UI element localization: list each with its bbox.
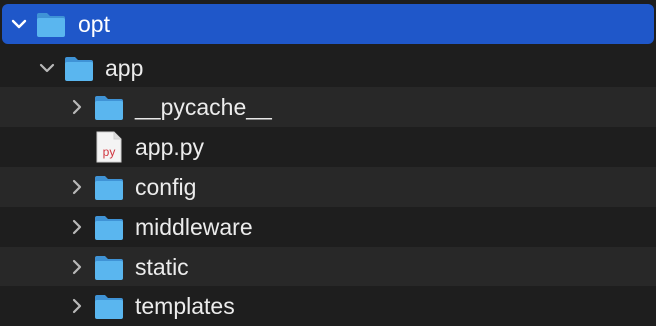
tree-item-label: templates — [135, 293, 235, 319]
chevron-right-icon[interactable] — [68, 297, 86, 315]
folder-icon — [95, 176, 123, 200]
tree-row-config[interactable]: config — [0, 167, 656, 207]
tree-item-label: opt — [78, 11, 110, 37]
folder-icon — [95, 216, 123, 240]
tree-item-label: __pycache__ — [135, 94, 272, 120]
tree-item-label: middleware — [135, 214, 253, 240]
python-file-icon: py — [96, 131, 122, 163]
tree-row-opt[interactable]: opt — [2, 4, 654, 44]
tree-row-middleware[interactable]: middleware — [0, 207, 656, 247]
tree-item-label: app.py — [135, 134, 205, 160]
chevron-right-icon[interactable] — [68, 258, 86, 276]
py-badge: py — [103, 145, 116, 159]
tree-row-static[interactable]: static — [0, 247, 656, 287]
chevron-down-icon[interactable] — [10, 15, 28, 33]
tree-row-templates[interactable]: templates — [0, 286, 656, 326]
folder-icon — [65, 57, 93, 81]
chevron-down-icon[interactable] — [38, 59, 56, 77]
chevron-right-icon[interactable] — [68, 178, 86, 196]
tree-row-app-py[interactable]: py app.py — [0, 127, 656, 167]
file-tree: opt app __pycache__ py app.py config mid… — [0, 0, 656, 326]
folder-icon — [95, 96, 123, 120]
tree-row-pycache[interactable]: __pycache__ — [0, 87, 656, 127]
tree-item-label: app — [105, 55, 144, 81]
folder-icon — [95, 256, 123, 280]
chevron-right-icon[interactable] — [68, 98, 86, 116]
tree-item-label: static — [135, 254, 189, 280]
folder-icon — [95, 295, 123, 319]
tree-item-label: config — [135, 174, 197, 200]
folder-icon — [37, 13, 65, 37]
chevron-right-icon[interactable] — [68, 218, 86, 236]
tree-row-app[interactable]: app — [0, 48, 656, 88]
